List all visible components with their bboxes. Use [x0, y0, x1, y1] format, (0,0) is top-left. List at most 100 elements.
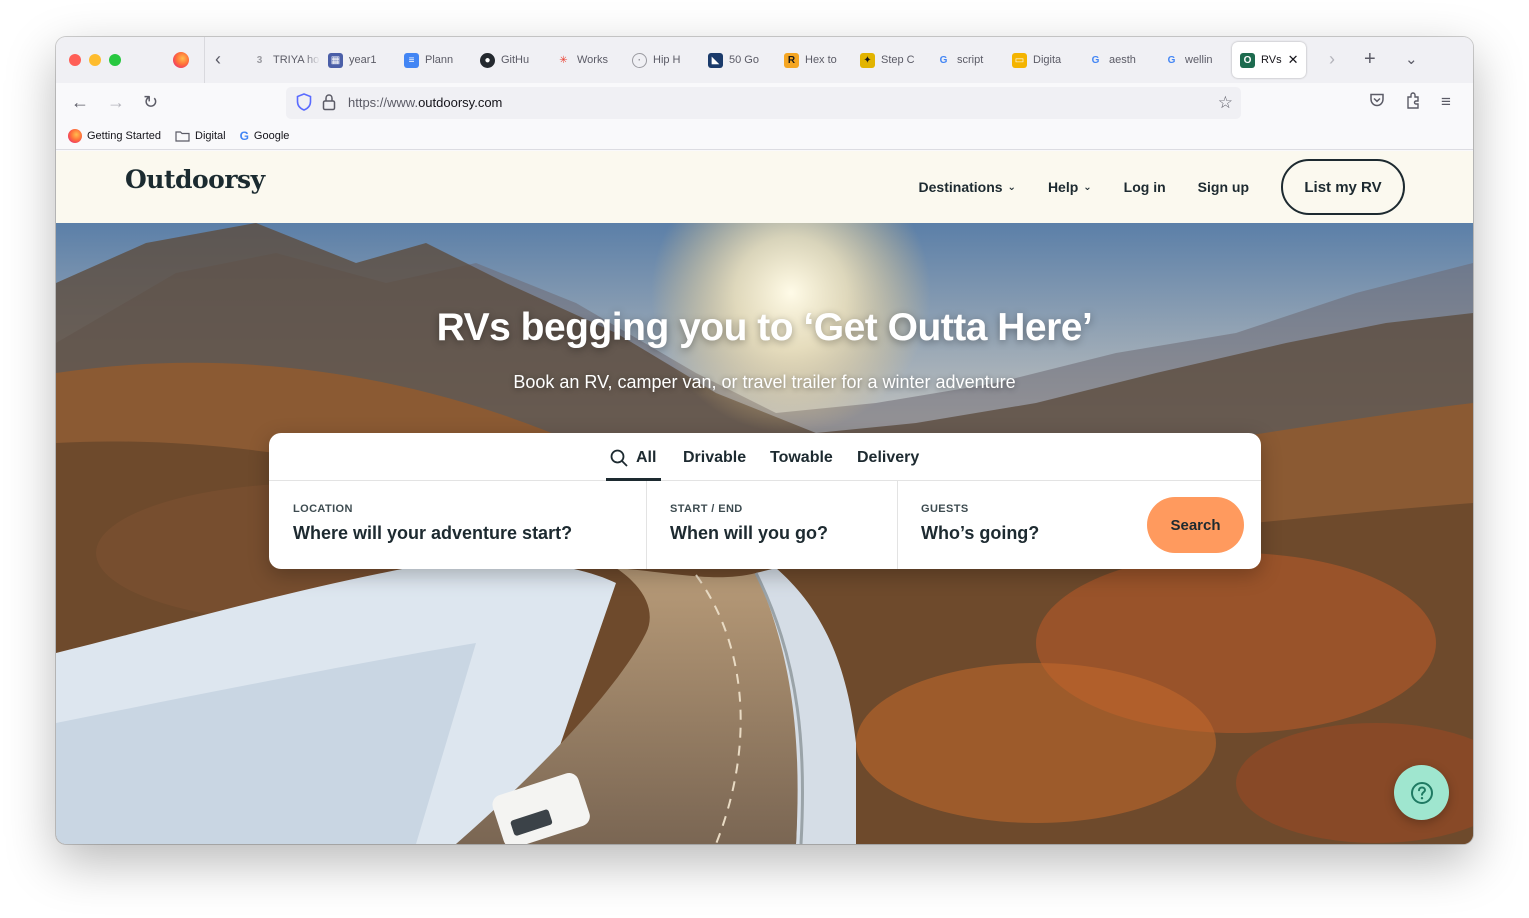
pocket-icon[interactable] — [1369, 92, 1385, 108]
nav-help[interactable]: Help ⌄ — [1048, 179, 1092, 195]
nav-label: Help — [1047, 179, 1079, 195]
hamburger-menu-icon[interactable]: ≡ — [1441, 92, 1451, 112]
tab-label: Step C — [881, 54, 915, 66]
reload-icon[interactable]: ↻ — [143, 92, 158, 113]
dates-field[interactable]: START / END When will you go? — [646, 481, 897, 569]
tab-step[interactable]: ✦ Step C — [852, 42, 928, 78]
tab-outdoorsy[interactable]: O RVs ✕ — [1232, 42, 1306, 78]
chevron-down-icon: ⌄ — [1083, 181, 1092, 193]
nav-signup[interactable]: Sign up — [1198, 179, 1249, 195]
tab-workspace[interactable]: ✳ Works — [548, 42, 624, 78]
tab-label: All — [636, 449, 657, 466]
url-text[interactable]: https://www.outdoorsy.com — [348, 95, 502, 110]
guests-field[interactable]: GUESTS Who’s going? — [897, 481, 1137, 569]
tab-wellin[interactable]: Gwellin — [1156, 42, 1232, 78]
bookmark-star-icon[interactable]: ☆ — [1218, 93, 1233, 113]
tab-hip[interactable]: · Hip H — [624, 42, 700, 78]
tab-label: wellin — [1185, 54, 1213, 66]
hero-section: RVs begging you to ‘Get Outta Here’ Book… — [56, 223, 1473, 844]
tab-hex[interactable]: R Hex to — [776, 42, 852, 78]
close-tab-icon[interactable]: ✕ — [1288, 52, 1299, 68]
close-window-button[interactable] — [69, 54, 81, 66]
help-chat-button[interactable] — [1394, 765, 1449, 820]
bookmark-digital[interactable]: Digital — [175, 130, 226, 142]
location-label: LOCATION — [293, 503, 353, 515]
extensions-icon[interactable] — [1405, 92, 1421, 109]
location-field[interactable]: LOCATION Where will your adventure start… — [269, 481, 646, 569]
tab-triya[interactable]: 3 TRIYA hon — [244, 42, 320, 78]
tab-list: 3 TRIYA hon ▦ year1 ≡ Plann ● GitHu ✳ Works ·… — [244, 42, 1306, 78]
workspace-icon: ✳ — [559, 54, 568, 66]
tab-label: aesth — [1109, 54, 1136, 66]
bookmark-getting-started[interactable]: Getting Started — [68, 129, 161, 143]
outdoorsy-logo[interactable]: Outdoorsy — [125, 165, 265, 194]
search-widget: All Drivable Towable Delivery LOCATION W… — [269, 433, 1261, 569]
location-placeholder: Where will your adventure start? — [293, 523, 573, 543]
tracking-protection-shield-icon[interactable] — [296, 93, 312, 111]
tab-label: Works — [577, 54, 608, 66]
bookmark-label: Digital — [195, 130, 226, 142]
tab-label: script — [957, 54, 984, 66]
folder-icon — [175, 131, 190, 142]
tab-planner[interactable]: ≡ Plann — [396, 42, 472, 78]
address-bar[interactable]: https://www.outdoorsy.com ☆ — [286, 87, 1241, 119]
search-button[interactable]: Search — [1147, 497, 1244, 553]
tab-digital[interactable]: ▭ Digita — [1004, 42, 1080, 78]
tab-label: Delivery — [857, 449, 920, 466]
lock-icon[interactable] — [322, 93, 336, 111]
back-icon[interactable]: ← — [71, 92, 89, 113]
hero-title: RVs begging you to ‘Get Outta Here’ — [436, 306, 1093, 349]
minimize-window-button[interactable] — [89, 54, 101, 66]
google-icon: G — [1091, 54, 1100, 66]
tab-github[interactable]: ● GitHu — [472, 42, 548, 78]
tab-label: Hip H — [653, 54, 681, 66]
bookmark-label: Getting Started — [87, 130, 161, 142]
new-tab-icon[interactable]: + — [1364, 48, 1376, 71]
tab-year[interactable]: ▦ year1 — [320, 42, 396, 78]
tab-towable[interactable]: Towable — [770, 449, 833, 467]
chevron-down-icon: ⌄ — [1007, 181, 1016, 193]
nav-label: Log in — [1123, 179, 1166, 195]
nav-login[interactable]: Log in — [1124, 179, 1166, 195]
google-icon: G — [1167, 54, 1176, 66]
tab-label: year1 — [349, 54, 377, 66]
page-viewport: Outdoorsy Destinations ⌄ Help ⌄ Log in Sig… — [56, 151, 1473, 844]
vehicle-type-tabs: All Drivable Towable Delivery — [269, 433, 1261, 481]
navigation-toolbar: ← → ↻ https://www.outdoorsy.com ☆ ≡ — [56, 83, 1473, 123]
nav-label: Sign up — [1197, 179, 1249, 195]
tab-aesth[interactable]: Gaesth — [1080, 42, 1156, 78]
tab-label: 50 Go — [729, 54, 759, 66]
outdoorsy-icon: O — [1240, 52, 1255, 68]
tab-all[interactable]: All — [610, 449, 656, 467]
scroll-tabs-left-icon[interactable]: ‹ — [215, 49, 221, 70]
site-header: Outdoorsy Destinations ⌄ Help ⌄ Log in Sig… — [56, 151, 1473, 223]
tab-label: Plann — [425, 54, 454, 66]
tab-label: Drivable — [683, 449, 747, 466]
firefox-icon — [68, 129, 82, 143]
guests-placeholder: Who’s going? — [921, 523, 1040, 543]
calendar-icon: ▦ — [328, 52, 343, 68]
tab-label: RVs — [1261, 54, 1282, 66]
forward-icon[interactable]: → — [107, 92, 125, 113]
tab-label: Towable — [770, 449, 833, 466]
firefox-view-icon[interactable] — [173, 52, 189, 68]
github-icon: ● — [480, 52, 495, 68]
list-my-rv-button[interactable]: List my RV — [1281, 159, 1405, 215]
scroll-tabs-right-icon[interactable]: › — [1329, 49, 1335, 70]
docs-icon: ≡ — [404, 52, 419, 68]
main-nav: Destinations ⌄ Help ⌄ Log in Sign up — [919, 179, 1249, 195]
bookmarks-toolbar: Getting Started Digital G Google — [56, 123, 1473, 150]
list-all-tabs-icon[interactable]: ⌄ — [1405, 50, 1418, 68]
nav-label: Destinations — [918, 179, 1003, 195]
bookmark-google[interactable]: G Google — [240, 129, 290, 143]
bookmark-label: Google — [253, 130, 290, 142]
google-icon: G — [939, 54, 948, 66]
tab-strip: ‹ 3 TRIYA hon ▦ year1 ≡ Plann ● GitHu ✳ Works… — [56, 37, 1473, 83]
nav-destinations[interactable]: Destinations ⌄ — [919, 179, 1016, 195]
tab-script[interactable]: Gscript — [928, 42, 1004, 78]
tab-drivable[interactable]: Drivable — [683, 449, 746, 467]
tab-delivery[interactable]: Delivery — [857, 449, 919, 467]
question-circle-icon — [1410, 781, 1433, 804]
maximize-window-button[interactable] — [109, 54, 121, 66]
tab-50go[interactable]: ◣ 50 Go — [700, 42, 776, 78]
